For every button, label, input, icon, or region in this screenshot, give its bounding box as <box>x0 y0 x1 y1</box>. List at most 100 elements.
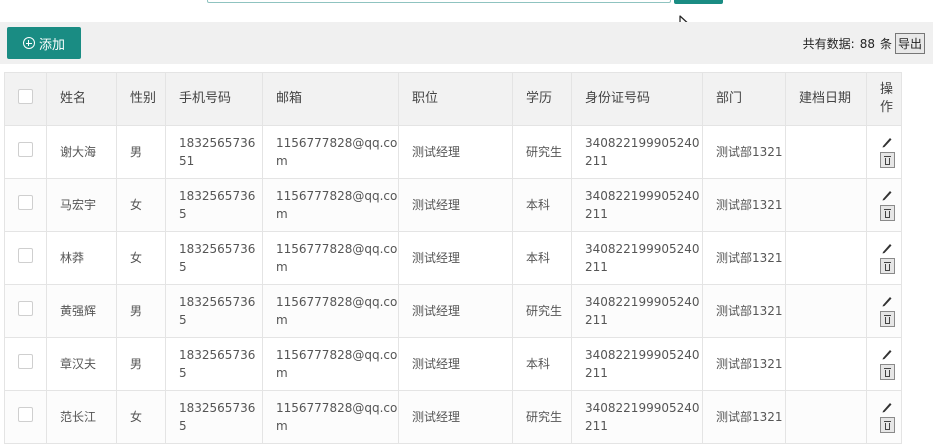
export-button[interactable]: 导出 <box>894 33 925 54</box>
cell-date <box>785 390 867 444</box>
cell-id-card: 340822199905240211 <box>571 390 703 444</box>
data-table: 姓名 性别 手机号码 邮箱 职位 学历 身份证号码 部门 建档日期 操作 谢大海… <box>4 72 902 444</box>
data-table-container: 姓名 性别 手机号码 邮箱 职位 学历 身份证号码 部门 建档日期 操作 谢大海… <box>4 72 933 444</box>
trash-icon[interactable] <box>880 152 895 168</box>
cell-phone: 18325657365 <box>165 284 263 338</box>
cell-email: 1156777828@qq.com <box>262 178 399 232</box>
column-header: 部门 <box>702 72 786 126</box>
total-label: 共有数据: <box>802 37 855 51</box>
cell-phone: 18325657365 <box>165 178 263 232</box>
cell-date <box>785 337 867 391</box>
actions-cell <box>866 337 902 391</box>
cell-name: 黄强辉 <box>46 284 117 338</box>
column-header: 职位 <box>398 72 513 126</box>
cell-gender: 男 <box>116 337 166 391</box>
trash-icon[interactable] <box>880 258 895 274</box>
add-button-label: 添加 <box>38 37 65 53</box>
cell-gender: 男 <box>116 125 166 179</box>
cell-department: 测试部1321 <box>702 178 786 232</box>
actions-cell <box>866 125 902 179</box>
table-row: 林莽女 18325657365 1156777828@qq.com 测试经理 本科 340… <box>4 231 902 285</box>
column-header: 邮箱 <box>262 72 399 126</box>
row-select-cell <box>4 178 47 232</box>
cell-id-card: 340822199905240211 <box>571 231 703 285</box>
cell-phone: 18325657365 <box>165 231 263 285</box>
row-checkbox[interactable] <box>18 301 33 316</box>
trash-icon[interactable] <box>880 205 895 221</box>
trash-icon[interactable] <box>880 417 895 433</box>
cell-id-card: 340822199905240211 <box>571 125 703 179</box>
cell-gender: 女 <box>116 231 166 285</box>
row-checkbox[interactable] <box>18 142 33 157</box>
pencil-icon[interactable] <box>880 401 894 413</box>
cell-department: 测试部1321 <box>702 284 786 338</box>
cell-department: 测试部1321 <box>702 337 786 391</box>
cell-position: 测试经理 <box>398 178 513 232</box>
toolbar: 添加 共有数据: 88 条 导出 <box>0 22 933 64</box>
cell-email: 1156777828@qq.com <box>262 284 399 338</box>
cell-date <box>785 231 867 285</box>
cell-name: 林莽 <box>46 231 117 285</box>
select-all-cell <box>4 72 47 126</box>
actions-cell <box>866 231 902 285</box>
actions-cell <box>866 178 902 232</box>
total-count-value: 88 <box>859 36 875 51</box>
cell-phone: 18325657365 <box>165 337 263 391</box>
cell-name: 章汉夫 <box>46 337 117 391</box>
table-row: 马宏宇女 18325657365 1156777828@qq.com 测试经理 本科 34… <box>4 178 902 232</box>
row-checkbox[interactable] <box>18 195 33 210</box>
cell-id-card: 340822199905240211 <box>571 178 703 232</box>
row-select-cell <box>4 125 47 179</box>
cell-position: 测试经理 <box>398 231 513 285</box>
total-count: 共有数据: 88 条 导出 <box>803 33 925 54</box>
table-header-row: 姓名 性别 手机号码 邮箱 职位 学历 身份证号码 部门 建档日期 操作 <box>4 72 902 126</box>
pencil-icon[interactable] <box>880 295 894 307</box>
select-all-checkbox[interactable] <box>18 88 33 104</box>
column-header: 姓名 <box>46 72 117 126</box>
cell-education: 研究生 <box>512 125 572 179</box>
trash-icon[interactable] <box>880 311 895 327</box>
cell-id-card: 340822199905240211 <box>571 284 703 338</box>
table-row: 黄强辉男 18325657365 1156777828@qq.com 测试经理 研究生 3… <box>4 284 902 338</box>
cell-department: 测试部1321 <box>702 231 786 285</box>
cell-email: 1156777828@qq.com <box>262 390 399 444</box>
pencil-icon[interactable] <box>880 189 894 201</box>
cell-education: 本科 <box>512 231 572 285</box>
column-header: 建档日期 <box>785 72 867 126</box>
cell-email: 1156777828@qq.com <box>262 231 399 285</box>
search-button[interactable] <box>674 0 723 4</box>
cell-education: 研究生 <box>512 390 572 444</box>
search-input[interactable] <box>207 0 671 3</box>
pencil-icon[interactable] <box>880 242 894 254</box>
row-select-cell <box>4 390 47 444</box>
cell-date <box>785 125 867 179</box>
cell-phone: 18325657365 <box>165 390 263 444</box>
column-header: 身份证号码 <box>571 72 703 126</box>
cell-department: 测试部1321 <box>702 390 786 444</box>
row-select-cell <box>4 337 47 391</box>
row-select-cell <box>4 284 47 338</box>
cell-gender: 男 <box>116 284 166 338</box>
add-button[interactable]: 添加 <box>7 27 81 59</box>
row-select-cell <box>4 231 47 285</box>
pencil-icon[interactable] <box>880 348 894 360</box>
cell-name: 马宏宇 <box>46 178 117 232</box>
cell-date <box>785 284 867 338</box>
cell-position: 测试经理 <box>398 125 513 179</box>
pencil-icon[interactable] <box>880 136 894 148</box>
trash-icon[interactable] <box>880 364 895 380</box>
cell-phone: 183256573651 <box>165 125 263 179</box>
cell-name: 范长江 <box>46 390 117 444</box>
row-checkbox[interactable] <box>18 354 33 369</box>
row-checkbox[interactable] <box>18 407 33 422</box>
cell-email: 1156777828@qq.com <box>262 337 399 391</box>
cell-education: 本科 <box>512 337 572 391</box>
table-row: 谢大海男 183256573651 1156777828@qq.com 测试经理 研究生… <box>4 125 902 179</box>
cell-name: 谢大海 <box>46 125 117 179</box>
cell-education: 本科 <box>512 178 572 232</box>
row-checkbox[interactable] <box>18 248 33 263</box>
cell-position: 测试经理 <box>398 390 513 444</box>
cell-department: 测试部1321 <box>702 125 786 179</box>
cell-gender: 女 <box>116 390 166 444</box>
actions-cell <box>866 284 902 338</box>
